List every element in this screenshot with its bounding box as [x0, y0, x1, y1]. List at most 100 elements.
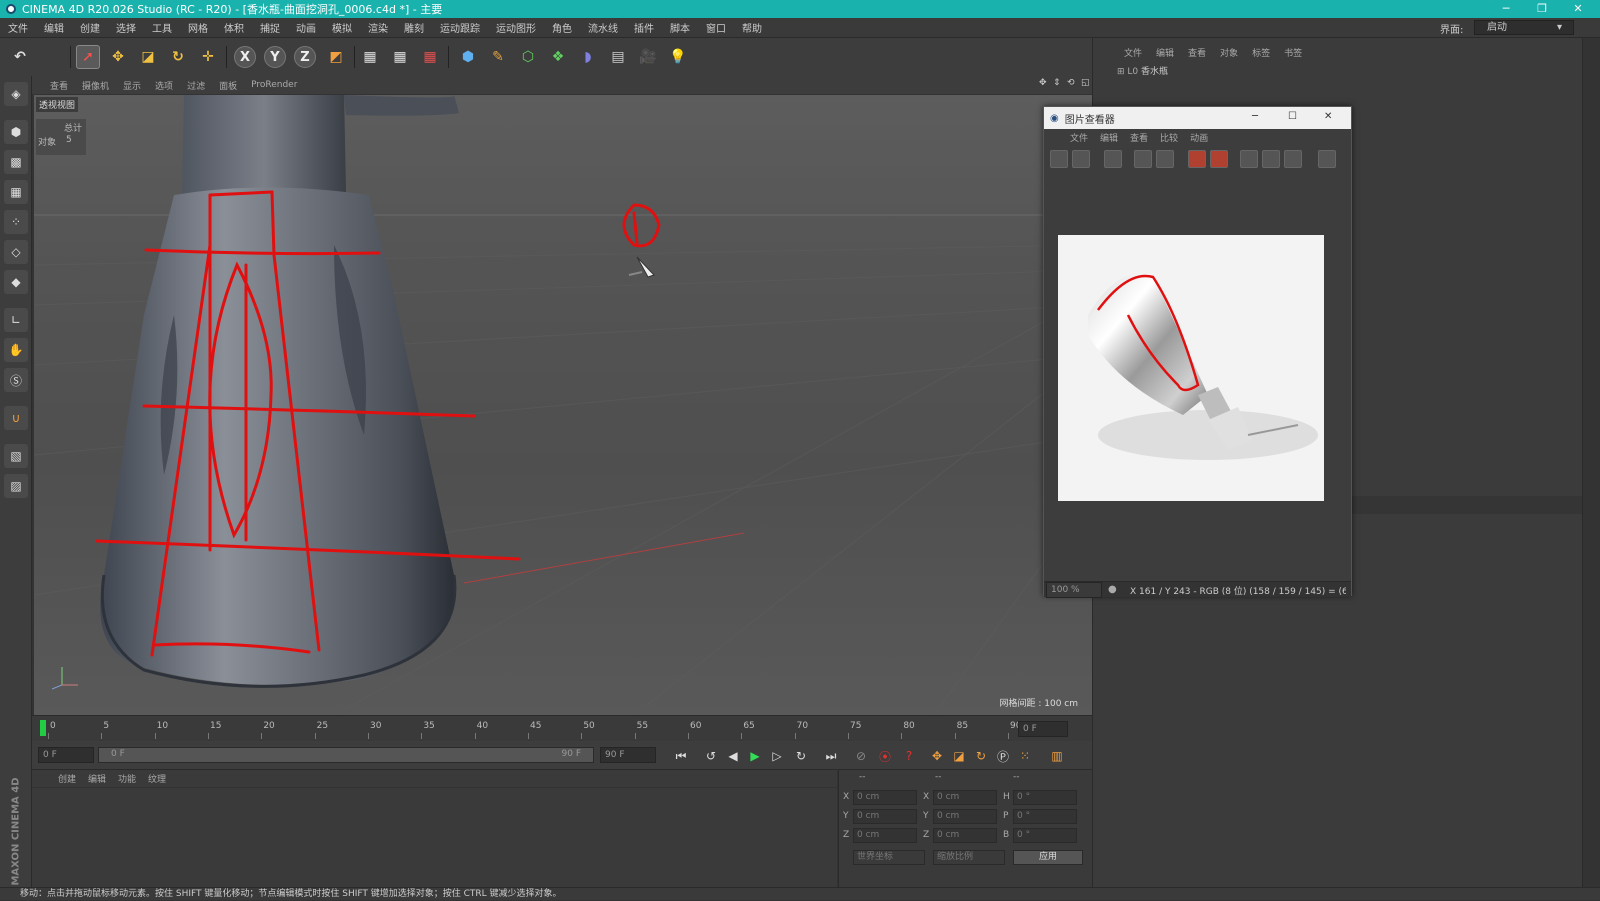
om-menu-tags[interactable]: 标签: [1245, 46, 1277, 59]
coordinate-system-button[interactable]: ◩: [324, 45, 348, 69]
polygons-mode-button[interactable]: ◆: [4, 270, 28, 294]
viewport-menu-prorender[interactable]: ProRender: [244, 80, 304, 90]
pen-spline-button[interactable]: ✎: [486, 45, 510, 69]
deformer-button[interactable]: ◗: [576, 45, 600, 69]
rotation-h-field[interactable]: 0 °: [1013, 790, 1077, 805]
viewport-camera-label[interactable]: 透视视图: [36, 97, 79, 112]
keyframe-selection-button[interactable]: ?: [900, 747, 918, 765]
pv-minimize-button[interactable]: ─: [1252, 111, 1258, 122]
menu-select[interactable]: 选择: [108, 20, 144, 35]
next-frame-button[interactable]: ▷: [768, 747, 786, 765]
camera-button[interactable]: 🎥: [636, 45, 660, 69]
goto-next-key-button[interactable]: ↻: [792, 747, 810, 765]
workplane-lock-button[interactable]: ▧: [4, 444, 28, 468]
play-button[interactable]: ▶: [746, 747, 764, 765]
om-menu-objects[interactable]: 对象: [1213, 46, 1245, 59]
viewport-menu-filter[interactable]: 过滤: [180, 79, 212, 92]
minimize-button[interactable]: ─: [1488, 0, 1524, 18]
y-axis-lock-button[interactable]: Y: [264, 46, 286, 68]
rotation-b-field[interactable]: 0 °: [1013, 828, 1077, 843]
workplane-mode-button[interactable]: ▦: [4, 180, 28, 204]
menu-help[interactable]: 帮助: [734, 20, 770, 35]
material-menu-edit[interactable]: 编辑: [82, 772, 112, 785]
menu-create[interactable]: 创建: [72, 20, 108, 35]
om-menu-view[interactable]: 查看: [1181, 46, 1213, 59]
x-axis-lock-button[interactable]: X: [234, 46, 256, 68]
select-tool-button[interactable]: ➚: [76, 45, 100, 69]
zoom-reset-icon[interactable]: ●: [1108, 584, 1117, 595]
size-z-field[interactable]: 0 cm: [933, 828, 997, 843]
compare-b-button[interactable]: [1210, 150, 1228, 168]
model-mode-button[interactable]: ⬢: [4, 120, 28, 144]
menu-animate[interactable]: 动画: [288, 20, 324, 35]
recent-tool-button[interactable]: ✛: [196, 45, 220, 69]
menu-motion-tracker[interactable]: 运动跟踪: [432, 20, 488, 35]
light-button[interactable]: 💡: [666, 45, 690, 69]
texture-mode-button[interactable]: ▩: [4, 150, 28, 174]
object-row[interactable]: ⊞ L0 香水瓶: [1117, 64, 1168, 77]
open-file-button[interactable]: [1050, 150, 1068, 168]
solo-button[interactable]: Ⓢ: [4, 368, 28, 392]
goto-start-button[interactable]: ⏮: [672, 747, 690, 765]
pv-close-button[interactable]: ✕: [1324, 111, 1332, 122]
perspective-viewport[interactable]: 透视视图 总计 对象 5 网格间距 : 100 cm: [34, 95, 1092, 715]
menu-character[interactable]: 角色: [544, 20, 580, 35]
key-scale-button[interactable]: ◪: [950, 747, 968, 765]
pv-menu-view[interactable]: 查看: [1124, 131, 1154, 144]
floor-button[interactable]: ▤: [606, 45, 630, 69]
viewport-menu-view[interactable]: 查看: [32, 79, 75, 92]
menu-volume[interactable]: 体积: [216, 20, 252, 35]
pv-menu-compare[interactable]: 比较: [1154, 131, 1184, 144]
key-pla-button[interactable]: ⁙: [1016, 747, 1034, 765]
key-parameter-button[interactable]: Ⓟ: [994, 747, 1012, 765]
move-tool-button[interactable]: ✥: [106, 45, 130, 69]
material-menu-create[interactable]: 创建: [52, 772, 82, 785]
restore-button[interactable]: ❐: [1524, 0, 1560, 18]
om-menu-bookmarks[interactable]: 书签: [1277, 46, 1309, 59]
rotate-tool-button[interactable]: ↻: [166, 45, 190, 69]
viewport-menu-display[interactable]: 显示: [116, 79, 148, 92]
position-y-field[interactable]: 0 cm: [853, 809, 917, 824]
material-menu-function[interactable]: 功能: [112, 772, 142, 785]
goto-end-button[interactable]: ⏭: [822, 747, 840, 765]
swap-ab-button[interactable]: [1284, 150, 1302, 168]
key-rotation-button[interactable]: ↻: [972, 747, 990, 765]
save-file-button[interactable]: [1072, 150, 1090, 168]
frame-range-slider[interactable]: 0 F 90 F: [98, 747, 594, 763]
menu-script[interactable]: 脚本: [662, 20, 698, 35]
coordinate-mode-select[interactable]: 世界坐标: [853, 850, 925, 865]
menu-edit[interactable]: 编辑: [36, 20, 72, 35]
size-mode-select[interactable]: 缩放比例: [933, 850, 1005, 865]
pv-menu-animation[interactable]: 动画: [1184, 131, 1214, 144]
make-editable-button[interactable]: ◈: [4, 82, 28, 106]
playhead-marker[interactable]: [40, 720, 46, 736]
render-view-button[interactable]: ▦: [358, 45, 382, 69]
render-settings-button[interactable]: ▦: [418, 45, 442, 69]
size-y-field[interactable]: 0 cm: [933, 809, 997, 824]
render-to-picture-viewer-button[interactable]: ▦: [388, 45, 412, 69]
tweak-mode-button[interactable]: ✋: [4, 338, 28, 362]
close-button[interactable]: ✕: [1560, 0, 1596, 18]
histogram-button[interactable]: [1318, 150, 1336, 168]
goto-prev-key-button[interactable]: ↺: [702, 747, 720, 765]
menu-mograph[interactable]: 运动图形: [488, 20, 544, 35]
key-position-button[interactable]: ✥: [928, 747, 946, 765]
menu-file[interactable]: 文件: [0, 20, 36, 35]
position-z-field[interactable]: 0 cm: [853, 828, 917, 843]
viewport-menu-panel[interactable]: 面板: [212, 79, 244, 92]
scale-tool-button[interactable]: ◪: [136, 45, 160, 69]
timeline-window-button[interactable]: ▥: [1048, 747, 1066, 765]
size-x-field[interactable]: 0 cm: [933, 790, 997, 805]
end-frame-field[interactable]: 90 F: [600, 747, 656, 763]
pv-maximize-button[interactable]: ☐: [1288, 111, 1297, 122]
interface-layout-select[interactable]: 启动 ▾: [1474, 20, 1574, 35]
cube-primitive-button[interactable]: ⬢: [456, 45, 480, 69]
menu-simulate[interactable]: 模拟: [324, 20, 360, 35]
stop-render-button[interactable]: [1156, 150, 1174, 168]
menu-tools[interactable]: 工具: [144, 20, 180, 35]
rotation-p-field[interactable]: 0 °: [1013, 809, 1077, 824]
undo-button[interactable]: ↶: [8, 45, 32, 69]
start-frame-field[interactable]: 0 F: [38, 747, 94, 763]
grid-view-button[interactable]: [1104, 150, 1122, 168]
points-mode-button[interactable]: ⁘: [4, 210, 28, 234]
